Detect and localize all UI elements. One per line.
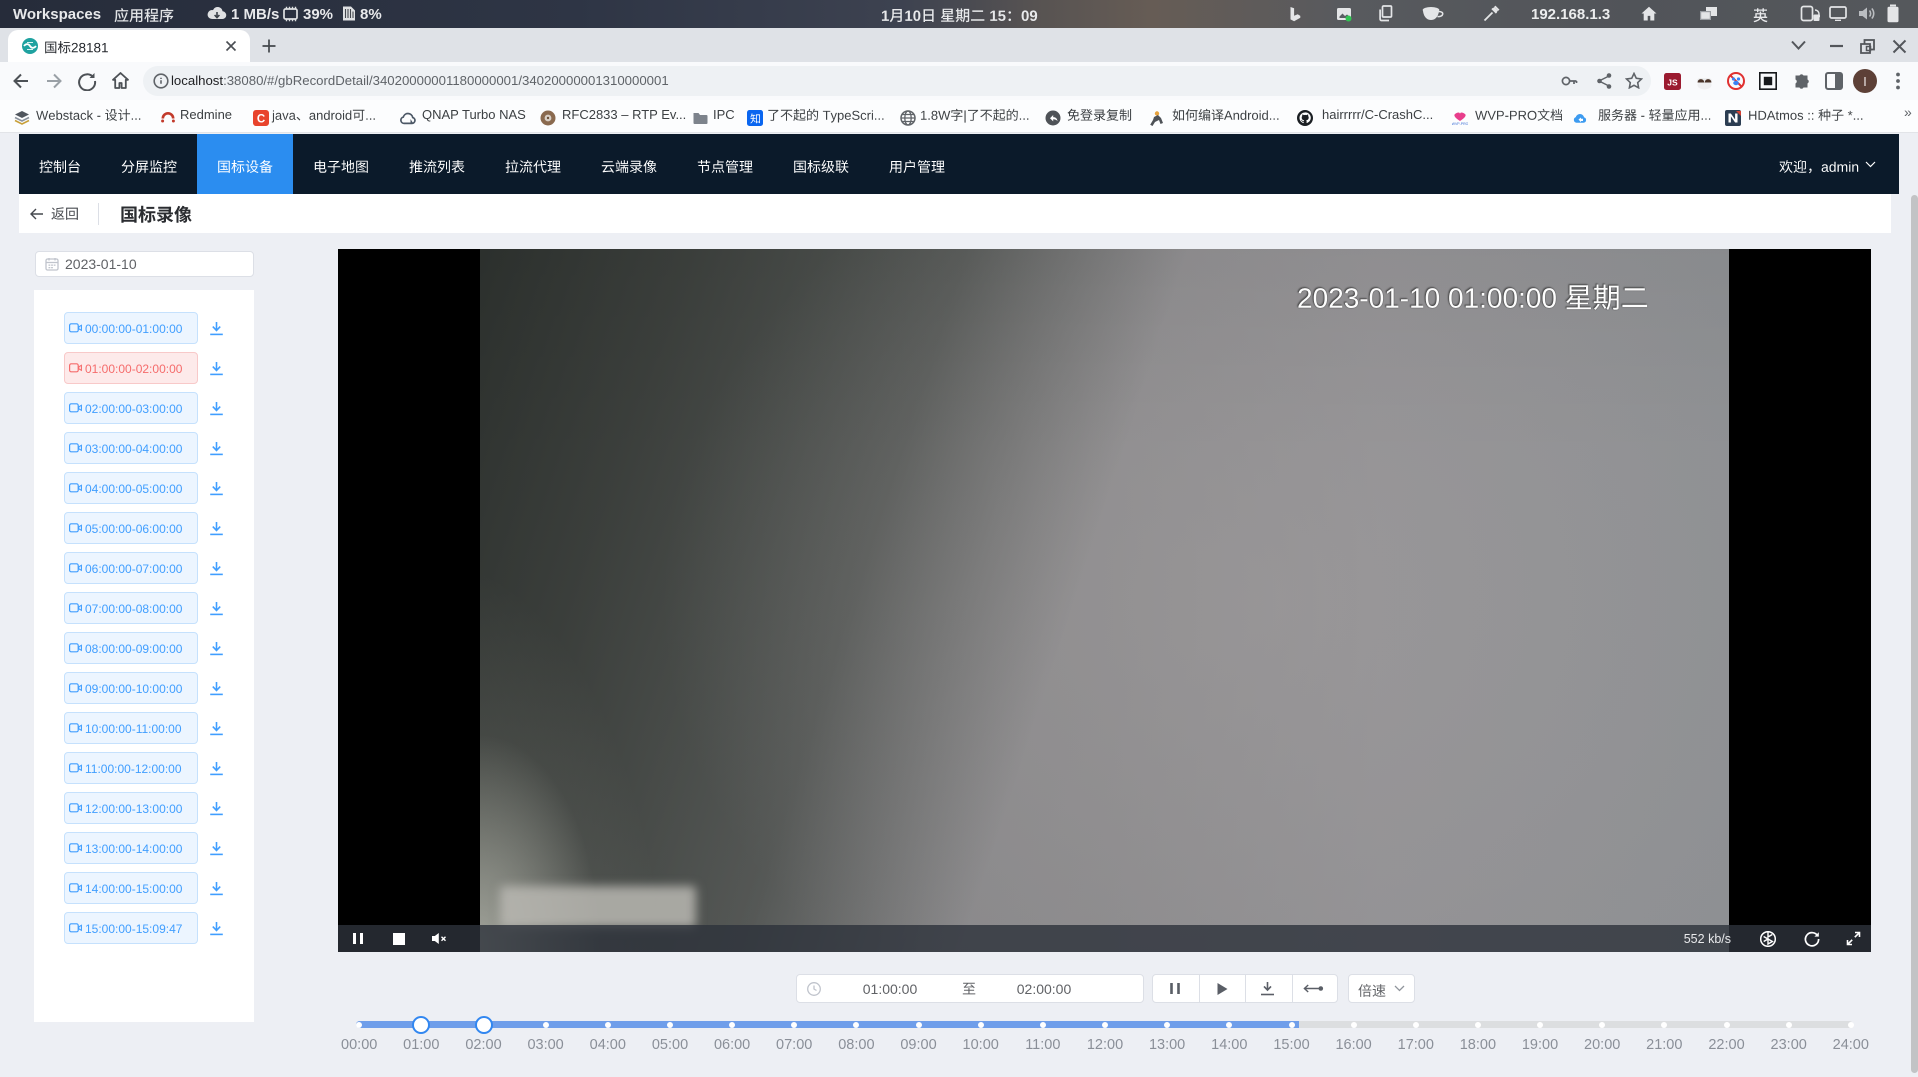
svg-text:I: I <box>1863 75 1866 89</box>
svg-text:C: C <box>257 113 265 125</box>
svg-text:WVP-PRO: WVP-PRO <box>1452 122 1468 126</box>
svg-text:JS: JS <box>1667 78 1678 88</box>
